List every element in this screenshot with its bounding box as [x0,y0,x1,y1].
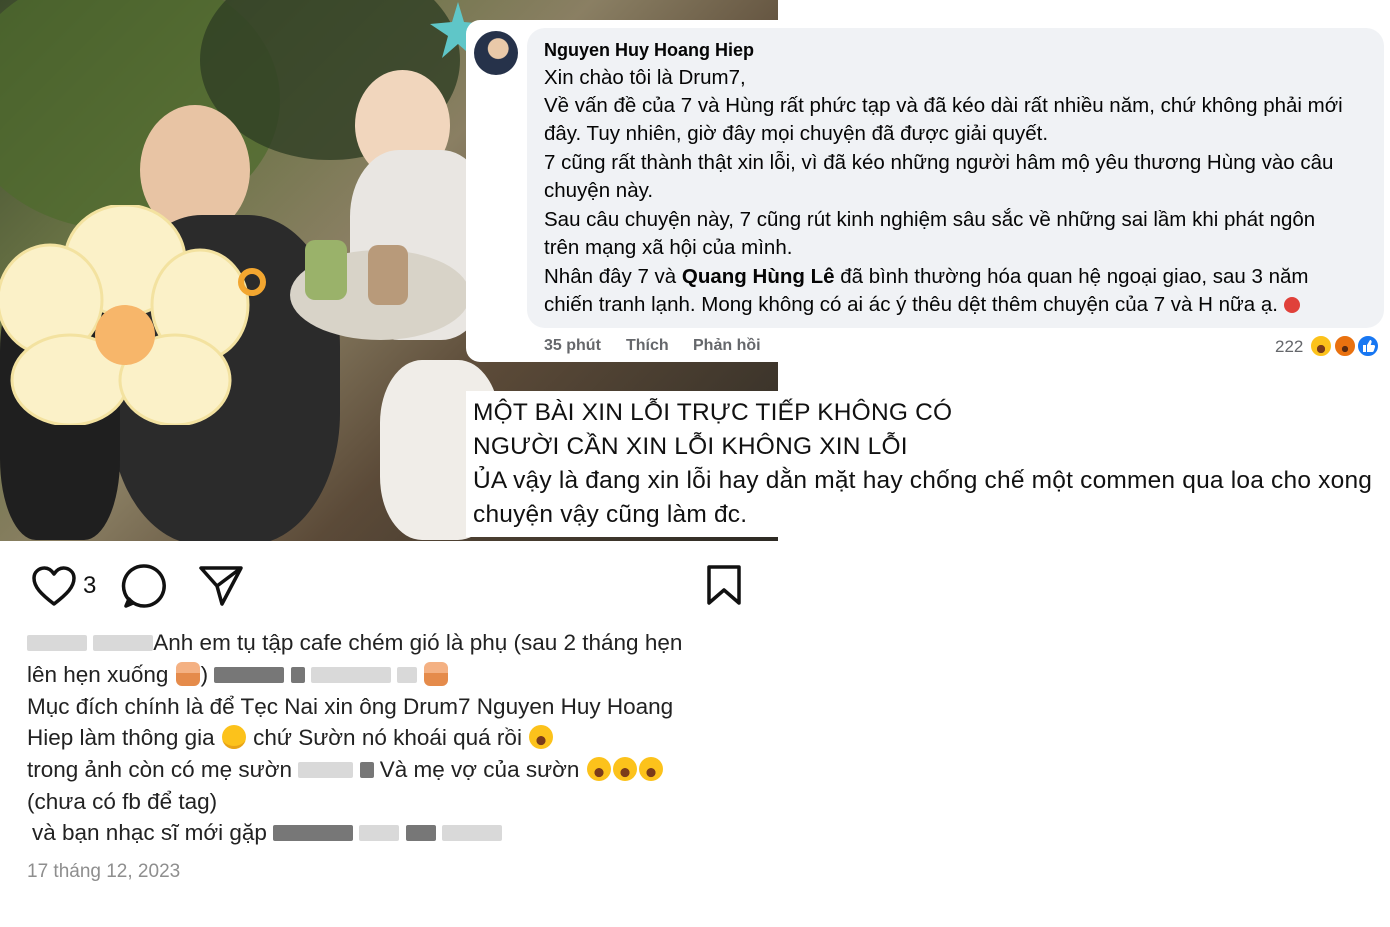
like-button[interactable]: Thích [626,337,669,355]
caption-line: ỦA vậy là đang xin lỗi hay dằn mặt hay c… [473,467,1373,494]
post-text: Hiep làm thông gia [27,725,215,750]
post-text: chứ Sườn nó khoái quá rồi [253,725,522,750]
post-text: lên hẹn xuống [27,662,169,687]
post-text: và bạn nhạc sĩ mới gặp [32,820,267,845]
heart-icon[interactable] [31,565,77,607]
like-reaction-icon [1356,334,1380,358]
shrug-emoji-icon [175,662,200,686]
caption-line: chuyện vậy cũng làm đc. [473,501,748,528]
blurred-mention[interactable] [359,825,400,841]
comment-line: Về vấn đề của 7 và Hùng rất phức tạp và … [544,94,1343,117]
comment-line: Sau câu chuyện này, 7 cũng rút kinh nghi… [544,208,1316,231]
blurred-username [93,635,154,651]
blurred-mention[interactable] [298,762,354,778]
caption-line: MỘT BÀI XIN LỖI TRỰC TIẾP KHÔNG CÓ [473,399,953,426]
photo-drink [368,245,408,305]
rofl-emoji-icon [612,757,637,781]
shrug-emoji-icon [424,662,449,686]
comment-time[interactable]: 35 phút [544,337,601,355]
post-text: Và mẹ vợ của sườn [379,757,580,782]
reply-button[interactable]: Phản hồi [693,337,761,355]
post-text-line: (chưa có fb để tag) [27,789,218,814]
post-text: trong ảnh còn có mẹ sườn [27,757,292,782]
blurred-mention[interactable] [214,667,285,683]
blurred-mention[interactable] [441,825,502,841]
blurred-mention[interactable] [405,825,436,841]
comment-line: trên mạng xã hội của mình. [544,236,793,259]
comment-author[interactable]: Nguyen Huy Hoang Hiep [544,40,754,61]
post-text-line: và bạn nhạc sĩ mới gặp [32,820,502,846]
rofl-emoji-icon [638,757,663,781]
comment-text: đã bình thường hóa quan hệ ngoại giao, s… [834,265,1309,288]
comment-icon[interactable] [121,563,167,609]
reaction-count[interactable]: 222 [1275,337,1303,357]
like-count[interactable]: 3 [83,572,96,600]
comment-text: chiến tranh lạnh. Mong không có ai ác ý … [544,293,1278,316]
ring-sticker [238,268,266,296]
post-text-line: Hiep làm thông gia chứ Sườn nó khoái quá… [27,725,554,751]
tagged-user-link[interactable]: Quang Hùng Lê [682,265,835,288]
post-date: 17 tháng 12, 2023 [27,861,181,882]
angry-reaction-icon [1333,334,1357,358]
post-text: ) [200,662,209,687]
blurred-mention[interactable] [290,667,305,683]
post-text-line: Mục đích chính là để Tẹc Nai xin ông Dru… [27,694,674,719]
relieved-emoji-icon [221,725,246,749]
comment-text: Nhân đây 7 và [544,265,682,288]
avatar[interactable] [474,31,518,75]
blurred-mention[interactable] [397,667,418,683]
post-text-line: Anh em tụ tập cafe chém gió là phụ (sau … [27,630,682,656]
blurred-mention[interactable] [359,762,374,778]
thumb-up-icon [1363,340,1376,352]
bookmark-icon[interactable] [705,564,743,606]
flower-sticker-icon [0,205,250,425]
blurred-username [27,635,87,651]
share-icon[interactable] [198,564,244,606]
rofl-emoji-icon [529,725,554,749]
post-text-line: lên hẹn xuống ) [27,662,449,688]
post-text: Anh em tụ tập cafe chém gió là phụ (sau … [153,630,683,655]
comment-line: chiến tranh lạnh. Mong không có ai ác ý … [544,293,1300,317]
caption-line: NGƯỜI CẦN XIN LỖI KHÔNG XIN LỖI [473,433,908,460]
comment-line: Nhân đây 7 và Quang Hùng Lê đã bình thườ… [544,265,1309,289]
blurred-mention[interactable] [310,667,391,683]
post-text-line: trong ảnh còn có mẹ sườn Và mẹ vợ của sư… [27,757,664,783]
comment-line: đây. Tuy nhiên, giờ đây mọi chuyện đã đư… [544,122,1049,145]
balloon-emoji-icon [1283,297,1300,313]
comment-line: chuyện này. [544,179,654,202]
rofl-emoji-icon [586,757,611,781]
comment-line: 7 cũng rất thành thật xin lỗi, vì đã kéo… [544,151,1334,174]
comment-line: Xin chào tôi là Drum7, [544,66,746,89]
photo-drink [305,240,347,300]
haha-reaction-icon [1309,334,1333,358]
blurred-mention[interactable] [273,825,354,841]
